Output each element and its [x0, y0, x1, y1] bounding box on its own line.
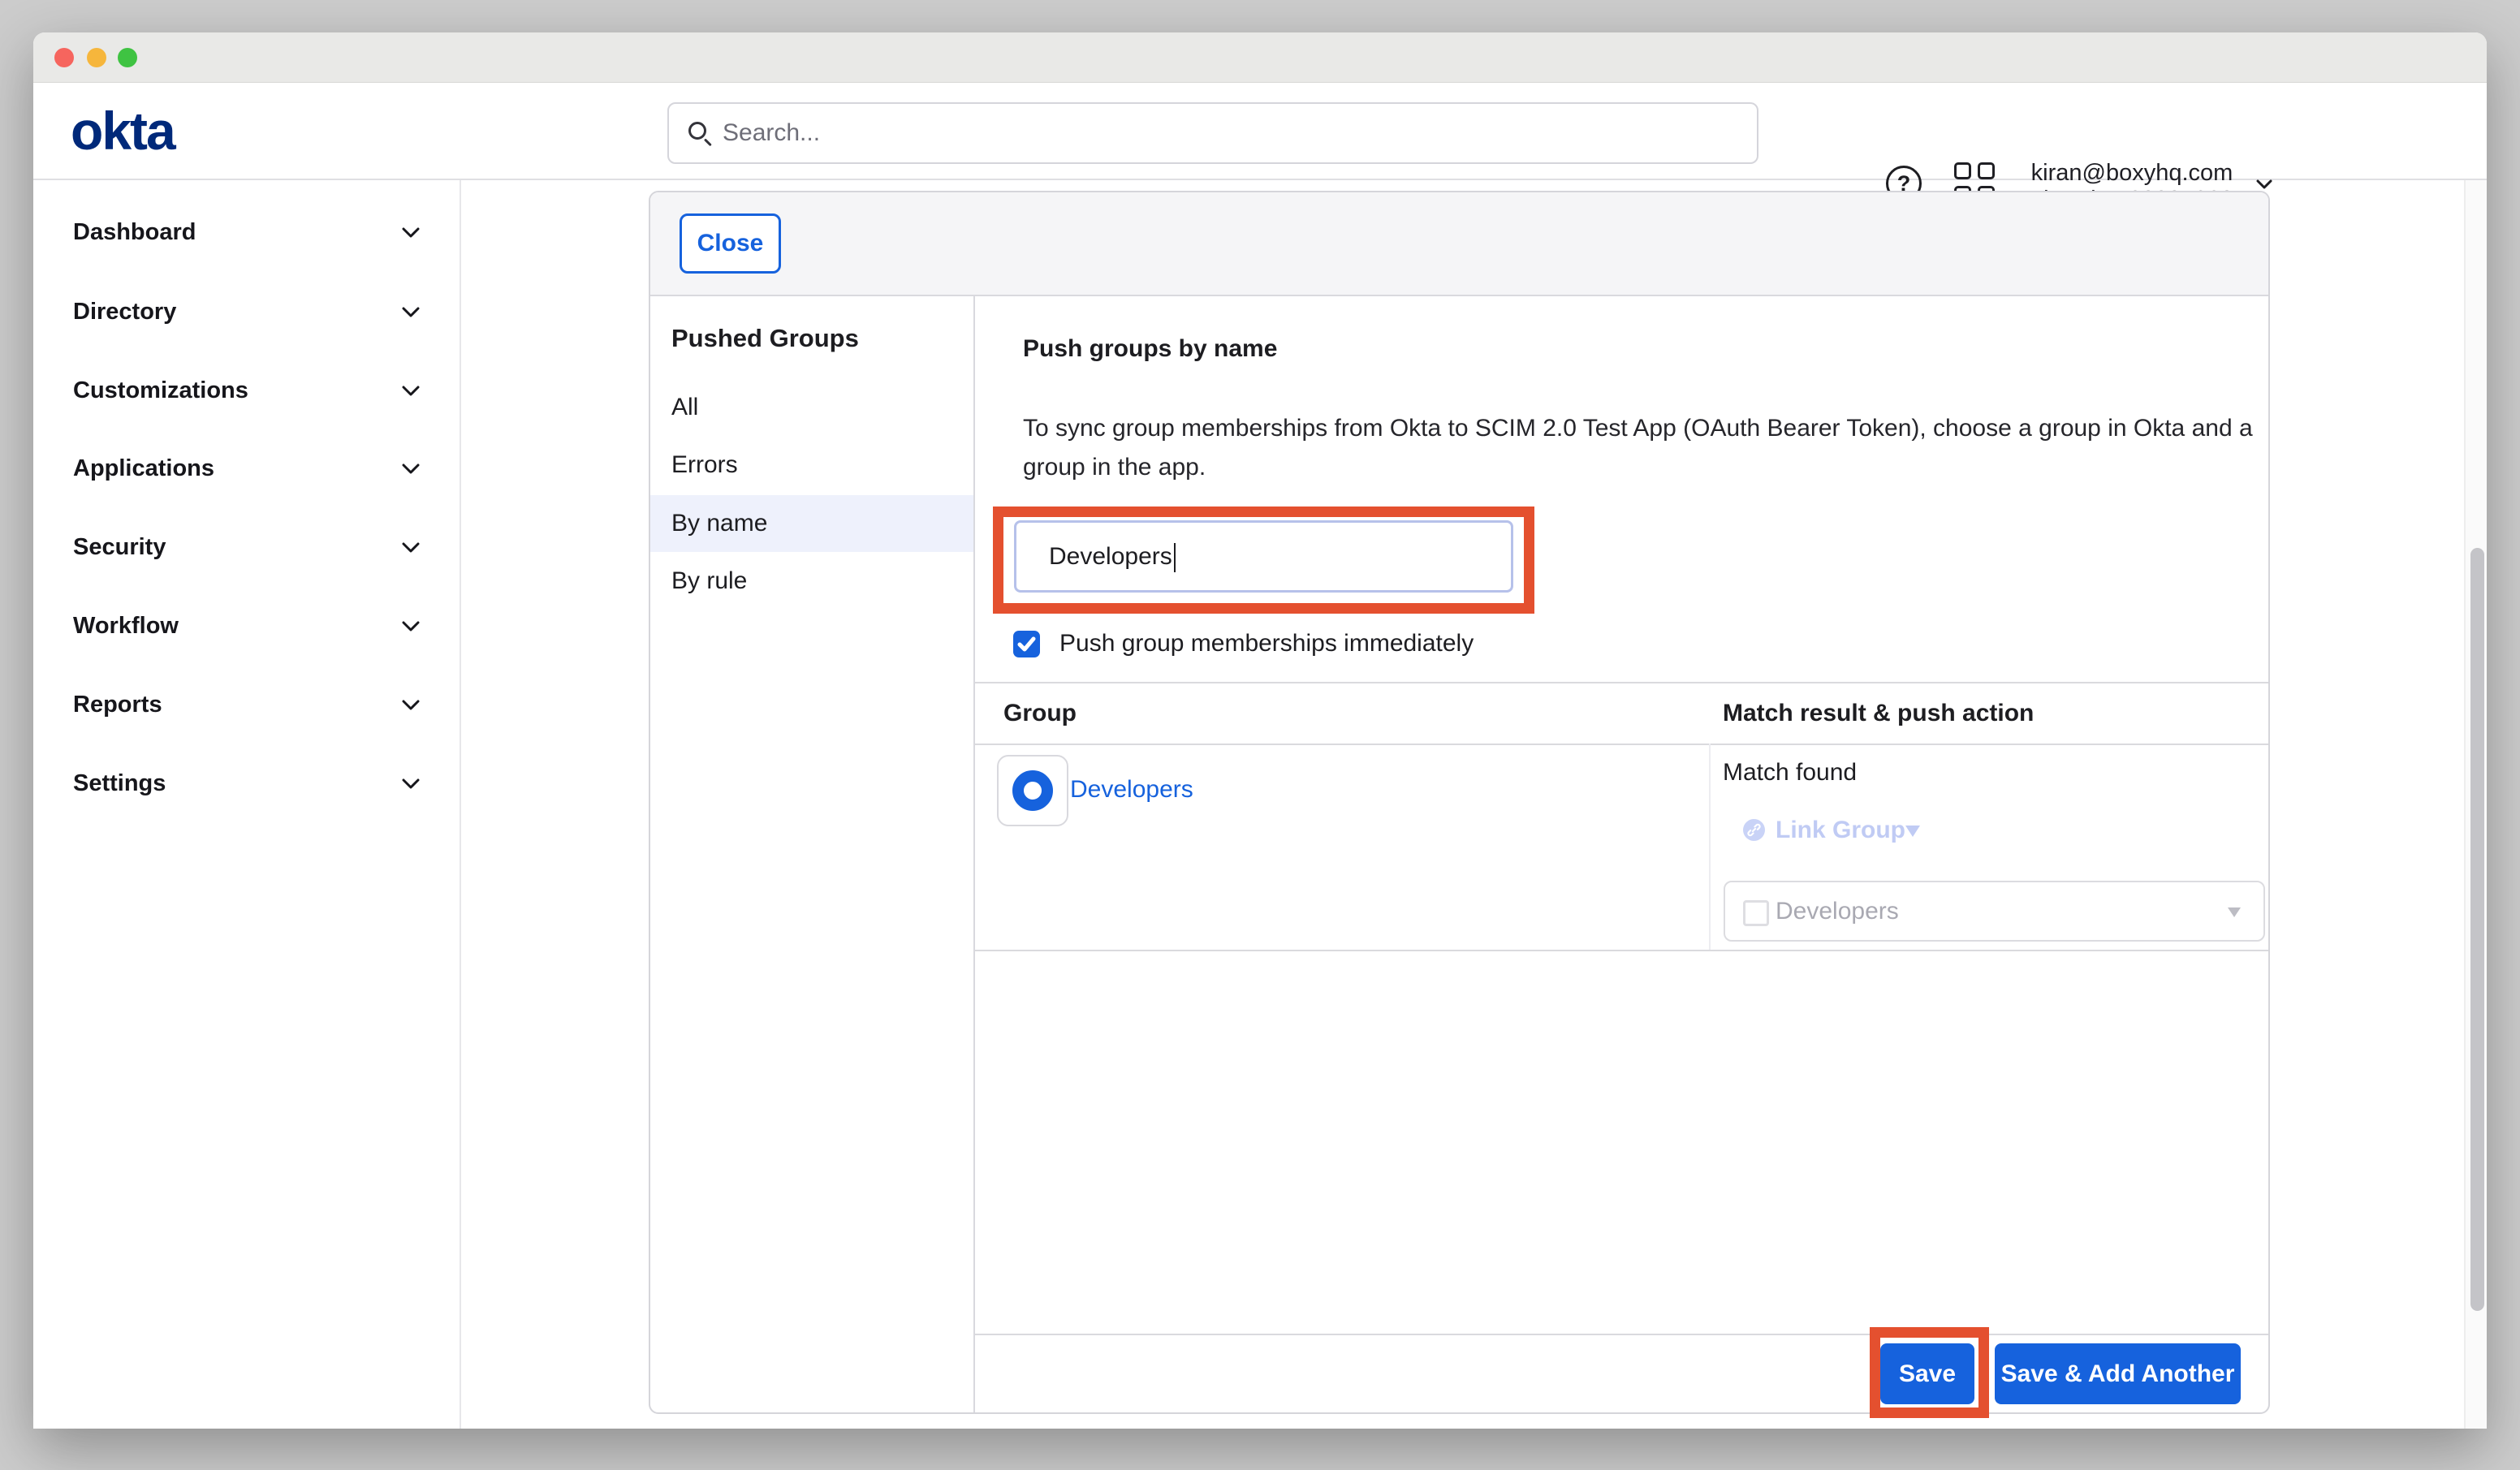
app-header: okta ? kiran@boxyhq.com okta-dev-2090126…	[33, 83, 2487, 180]
table-row-border	[975, 950, 2268, 951]
push-immediately-label: Push group memberships immediately	[1059, 630, 1474, 657]
column-header-match-result: Match result & push action	[1723, 700, 2034, 727]
app-group-select-disabled[interactable]: Developers	[1724, 881, 2265, 942]
okta-logo: okta	[71, 83, 175, 179]
group-icon	[997, 755, 1068, 826]
subnav-title: Pushed Groups	[671, 314, 859, 363]
chevron-down-icon	[401, 223, 419, 241]
chevron-down-icon	[401, 382, 419, 399]
match-status: Match found	[1723, 759, 1857, 787]
chevron-down-icon	[401, 538, 419, 556]
desktop: okta ? kiran@boxyhq.com okta-dev-2090126…	[0, 0, 2520, 1470]
scrollbar-track[interactable]	[2464, 180, 2487, 1429]
subnav-item-by-name[interactable]: By name	[650, 495, 973, 552]
sidebar-item-security[interactable]: Security	[33, 523, 460, 571]
column-header-group: Group	[1003, 700, 1077, 727]
caret-down-icon	[1905, 826, 1920, 837]
minimize-window-button[interactable]	[87, 48, 106, 67]
sidebar-nav: Dashboard Directory Customizations Appli…	[33, 180, 461, 1429]
caret-down-icon	[2228, 907, 2241, 917]
browser-window: okta ? kiran@boxyhq.com okta-dev-2090126…	[33, 32, 2487, 1429]
close-window-button[interactable]	[54, 48, 74, 67]
scrollbar-thumb[interactable]	[2470, 548, 2484, 1311]
pushed-groups-subnav: Pushed Groups All Errors By name By rule	[650, 296, 975, 1412]
table-top-border	[975, 682, 2268, 683]
subnav-item-all[interactable]: All	[650, 379, 973, 436]
link-icon	[1743, 819, 1765, 841]
chevron-down-icon	[401, 617, 419, 635]
save-button[interactable]: Save	[1880, 1343, 1974, 1404]
sidebar-item-applications[interactable]: Applications	[33, 444, 460, 493]
chevron-down-icon	[401, 459, 419, 477]
app-group-placeholder-icon	[1743, 900, 1769, 926]
chevron-down-icon	[401, 696, 419, 713]
maximize-window-button[interactable]	[118, 48, 137, 67]
section-heading: Push groups by name	[1023, 335, 1277, 363]
subnav-item-by-rule[interactable]: By rule	[650, 553, 973, 610]
push-by-name-content: Push groups by name To sync group member…	[975, 296, 2268, 1412]
table-column-divider	[1709, 744, 1711, 950]
search-input[interactable]	[723, 104, 1697, 162]
search-icon	[688, 122, 713, 146]
group-name-input[interactable]: Developers	[1014, 520, 1513, 593]
group-donut-icon	[1012, 770, 1053, 811]
sidebar-item-settings[interactable]: Settings	[33, 759, 460, 808]
panel-header: Close	[650, 192, 2268, 296]
account-email: kiran@boxyhq.com	[2018, 160, 2246, 187]
section-description: To sync group memberships from Okta to S…	[1023, 409, 2253, 487]
group-link-developers[interactable]: Developers	[1070, 776, 1193, 804]
subnav-item-errors[interactable]: Errors	[650, 437, 973, 494]
pushed-groups-panel: Close Pushed Groups All Errors By name B…	[649, 191, 2270, 1414]
sidebar-item-workflow[interactable]: Workflow	[33, 601, 460, 650]
close-button[interactable]: Close	[680, 213, 781, 274]
footer-divider	[975, 1334, 2268, 1335]
chevron-down-icon	[401, 303, 419, 321]
sidebar-item-dashboard[interactable]: Dashboard	[33, 208, 460, 256]
sidebar-item-reports[interactable]: Reports	[33, 680, 460, 729]
chevron-down-icon	[401, 774, 419, 792]
table-header-border	[975, 744, 2268, 745]
search-bar	[667, 102, 1758, 164]
group-name-input-value: Developers	[1049, 543, 1172, 570]
save-add-another-button[interactable]: Save & Add Another	[1995, 1343, 2241, 1404]
sidebar-item-customizations[interactable]: Customizations	[33, 366, 460, 415]
sidebar-item-directory[interactable]: Directory	[33, 287, 460, 336]
push-immediately-checkbox[interactable]	[1013, 631, 1040, 657]
window-titlebar	[33, 32, 2487, 83]
text-cursor	[1174, 543, 1176, 572]
